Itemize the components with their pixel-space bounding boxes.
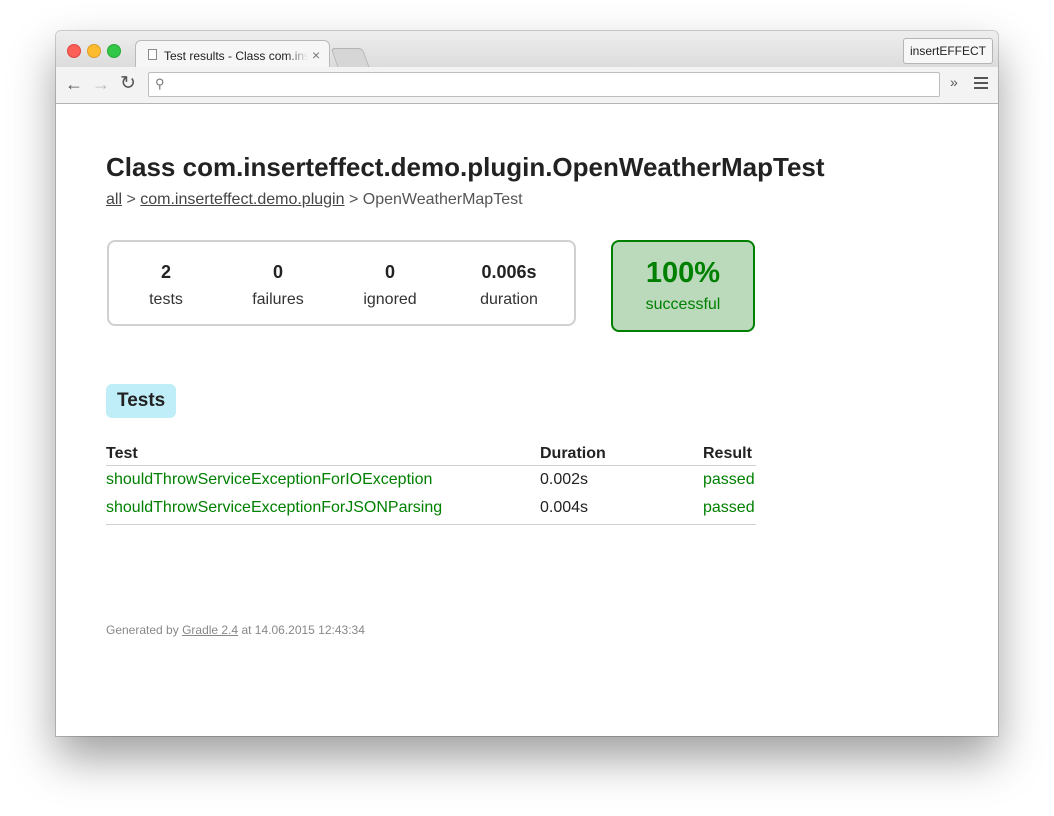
stat-label: failures: [252, 291, 304, 308]
stat-label: tests: [149, 291, 183, 308]
title-bar: Test results - Class com.insertettect.de…: [56, 31, 998, 69]
column-header-test: Test: [106, 442, 540, 466]
duration-cell: 0.004s: [540, 494, 703, 525]
stat-value: 0: [384, 262, 395, 282]
table-row: shouldThrowServiceExceptionForJSONParsin…: [106, 494, 756, 525]
stat-failures: 0 failures: [228, 262, 328, 309]
breadcrumb-package-link[interactable]: com.inserteffect.demo.plugin: [140, 191, 344, 208]
extensions-overflow-icon[interactable]: »: [950, 74, 958, 90]
success-percent: 100%: [645, 257, 721, 289]
breadcrumb-current: OpenWeatherMapTest: [362, 191, 523, 208]
new-tab-button[interactable]: [330, 48, 370, 67]
tab-tests[interactable]: Tests: [106, 384, 177, 418]
test-name-cell: shouldThrowServiceExceptionForJSONParsin…: [106, 494, 540, 525]
gradle-link[interactable]: Gradle 2.4: [182, 623, 238, 637]
column-header-duration: Duration: [540, 442, 703, 466]
back-arrow-icon[interactable]: ←: [65, 73, 83, 95]
breadcrumb: all > com.inserteffect.demo.plugin > Ope…: [106, 191, 523, 209]
duration-cell: 0.002s: [540, 471, 589, 488]
browser-tab-active[interactable]: Test results - Class com.insertettect.de…: [135, 40, 330, 69]
footer-timestamp: at 14.06.2015 12:43:34: [238, 623, 365, 637]
minimize-window-button[interactable]: [87, 44, 101, 58]
stat-value: 0.006s: [481, 262, 537, 282]
summary-box: 2 tests 0 failures 0 ignored 0.006s dura…: [107, 240, 576, 326]
test-results-table: Test Duration Result shouldThrowServiceE…: [106, 442, 756, 525]
result-cell: passed: [703, 494, 756, 525]
close-window-button[interactable]: [67, 44, 81, 58]
stat-label: ignored: [363, 291, 417, 308]
hamburger-menu-icon[interactable]: [974, 74, 988, 92]
page-content: Class com.inserteffect.demo.plugin.OpenW…: [56, 104, 998, 736]
document-icon: [148, 49, 157, 60]
zoom-window-button[interactable]: [107, 44, 121, 58]
page-title: Class com.inserteffect.demo.plugin.OpenW…: [106, 152, 825, 182]
stat-duration: 0.006s duration: [459, 262, 559, 309]
forward-arrow-icon[interactable]: →: [92, 73, 110, 95]
browser-window: Test results - Class com.insertettect.de…: [56, 31, 998, 736]
breadcrumb-all-link[interactable]: all: [106, 191, 122, 208]
stat-value: 0: [272, 262, 283, 282]
breadcrumb-separator: >: [122, 191, 141, 208]
address-bar[interactable]: ⚲: [148, 72, 940, 97]
address-input[interactable]: [173, 75, 937, 96]
stat-label: duration: [480, 291, 538, 308]
test-name-cell: shouldThrowServiceExceptionForIOExceptio…: [106, 471, 433, 488]
stat-ignored: 0 ignored: [340, 262, 440, 309]
breadcrumb-separator: >: [344, 191, 363, 208]
stat-tests: 2 tests: [116, 262, 216, 309]
browser-toolbar: ← → ↻ ⚲ »: [56, 67, 998, 104]
column-header-result: Result: [703, 442, 756, 466]
page-footer: Generated by Gradle 2.4 at 14.06.2015 12…: [106, 623, 365, 637]
profile-button[interactable]: insertEFFECT: [903, 38, 994, 64]
table-header-row: Test Duration Result: [106, 442, 756, 466]
reload-icon[interactable]: ↻: [120, 73, 136, 95]
result-cell: passed: [703, 471, 755, 488]
success-label: successful: [645, 296, 721, 313]
table-row: shouldThrowServiceExceptionForIOExceptio…: [106, 466, 756, 495]
footer-prefix: Generated by: [106, 623, 183, 637]
success-rate-box: 100% successful: [611, 240, 755, 332]
close-tab-icon[interactable]: ×: [312, 47, 320, 63]
search-icon: ⚲: [155, 76, 165, 91]
stat-value: 2: [160, 262, 171, 282]
tab-title: Test results - Class com.insertettect.de…: [164, 49, 308, 63]
